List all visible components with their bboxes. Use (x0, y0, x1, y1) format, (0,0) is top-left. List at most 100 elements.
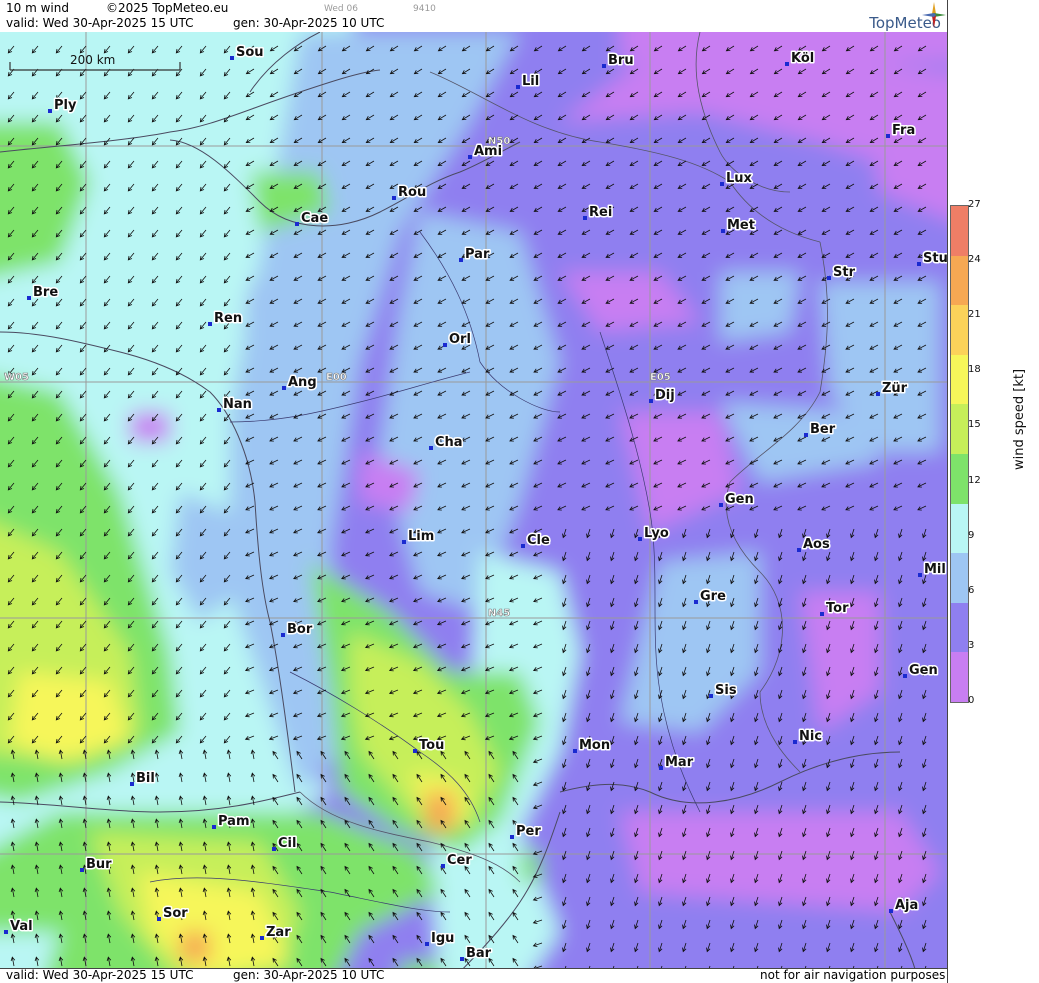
city-label: Nic (799, 729, 822, 744)
frame-right (947, 0, 948, 983)
city-marker (48, 109, 52, 113)
city-mar: MarMar (659, 754, 695, 772)
legend-swatch (951, 652, 968, 702)
city-label: Lim (408, 529, 434, 544)
city-marker (638, 537, 642, 541)
city-marker (27, 296, 31, 300)
city-label: Fra (892, 123, 915, 138)
city-marker (130, 782, 134, 786)
city-label: Mon (579, 738, 610, 753)
generation-time: gen: 30-Apr-2025 10 UTC (233, 16, 385, 30)
city-label: Bur (86, 857, 112, 872)
city-label: Bre (33, 285, 58, 300)
grid-label-n45: N45 (488, 608, 510, 619)
legend-tick: 24 (968, 254, 981, 266)
city-label: Aos (803, 537, 830, 552)
compass-logo-icon (922, 2, 946, 28)
city-marker (918, 573, 922, 577)
city-label: Sis (715, 683, 737, 698)
city-label: Nan (223, 397, 252, 412)
city-marker (282, 386, 286, 390)
legend-swatch (951, 404, 968, 454)
city-label: Mar (665, 755, 694, 770)
city-marker (272, 847, 276, 851)
city-label: Cer (447, 853, 472, 868)
city-marker (876, 392, 880, 396)
city-marker (217, 408, 221, 412)
city-marker (441, 864, 445, 868)
legend-tick: 12 (968, 474, 981, 486)
city-marker (889, 909, 893, 913)
city-label: Bil (136, 771, 155, 786)
city-marker (804, 433, 808, 437)
city-rou: RouRou (392, 184, 428, 202)
city-ami: AmiAmi (468, 143, 504, 161)
city-marker (392, 196, 396, 200)
city-marker (212, 825, 216, 829)
city-label: Tor (826, 601, 849, 616)
city-marker (917, 262, 921, 266)
city-ren: RenRen (208, 310, 244, 328)
city-marker (468, 155, 472, 159)
color-legend (950, 205, 969, 703)
city-cha: ChaCha (429, 434, 464, 452)
city-label: Cle (527, 533, 550, 548)
valid-time: valid: Wed 30-Apr-2025 15 UTC (6, 16, 194, 30)
city-label: Cae (301, 211, 328, 226)
city-label: Cil (278, 836, 296, 851)
city-marker (602, 64, 606, 68)
city-label: Bor (287, 622, 313, 637)
legend-swatch (951, 602, 968, 653)
city-label: Dij (655, 388, 675, 403)
city-label: Lux (726, 171, 753, 186)
city-label: Cha (435, 435, 463, 450)
city-marker (295, 222, 299, 226)
city-marker (402, 540, 406, 544)
grid-label-e00: E00 (326, 372, 347, 383)
legend-tick: 0 (968, 694, 975, 706)
legend-tick: 15 (968, 419, 981, 431)
legend-swatch (951, 255, 968, 306)
legend-title: wind speed [kt] (1012, 368, 1027, 470)
city-marker (694, 600, 698, 604)
city-marker (413, 749, 417, 753)
city-label: Köl (791, 51, 814, 66)
city-marker (721, 229, 725, 233)
city-label: Ami (474, 144, 502, 159)
city-sou: SouSou (230, 44, 265, 62)
city-marker (230, 56, 234, 60)
city-label: Lil (522, 74, 539, 89)
legend-tick: 3 (968, 639, 975, 651)
city-marker (80, 868, 84, 872)
city-label: Per (516, 824, 541, 839)
legend-tick: 18 (968, 364, 981, 376)
city-label: Lyo (644, 526, 669, 541)
legend-swatch (951, 206, 968, 256)
city-marker (510, 835, 514, 839)
city-marker (827, 276, 831, 280)
tab-code[interactable]: 9410 (413, 4, 436, 14)
city-marker (443, 343, 447, 347)
city-label: Par (465, 247, 490, 262)
city-marker (425, 942, 429, 946)
wind-field (0, 32, 947, 969)
legend-swatch (951, 553, 968, 603)
map-canvas: 200 km N50E00 E05W05N45 SouSouPlyPlyLilLi… (0, 32, 947, 969)
tab-day[interactable]: Wed 06 (324, 4, 358, 14)
footer-gen: gen: 30-Apr-2025 10 UTC (233, 968, 385, 982)
city-marker (4, 930, 8, 934)
city-label: Str (833, 265, 856, 280)
city-marker (459, 258, 463, 262)
legend-swatch (951, 503, 968, 554)
wind-map[interactable]: 200 km N50 E00 E05 W05 N45 Sou Sou Ply Ply Lil Li… (0, 32, 947, 969)
city-label: Bar (466, 946, 492, 961)
city-marker (720, 182, 724, 186)
city-met: MetMet (721, 217, 756, 235)
city-label: Sou (236, 45, 264, 60)
city-marker (260, 936, 264, 940)
city-mon: MonMon (573, 737, 612, 755)
city-label: Zür (882, 381, 908, 396)
city-label: Rou (398, 185, 426, 200)
city-pam: PamPam (212, 813, 251, 831)
footer-notice: not for air navigation purposes (760, 968, 946, 982)
